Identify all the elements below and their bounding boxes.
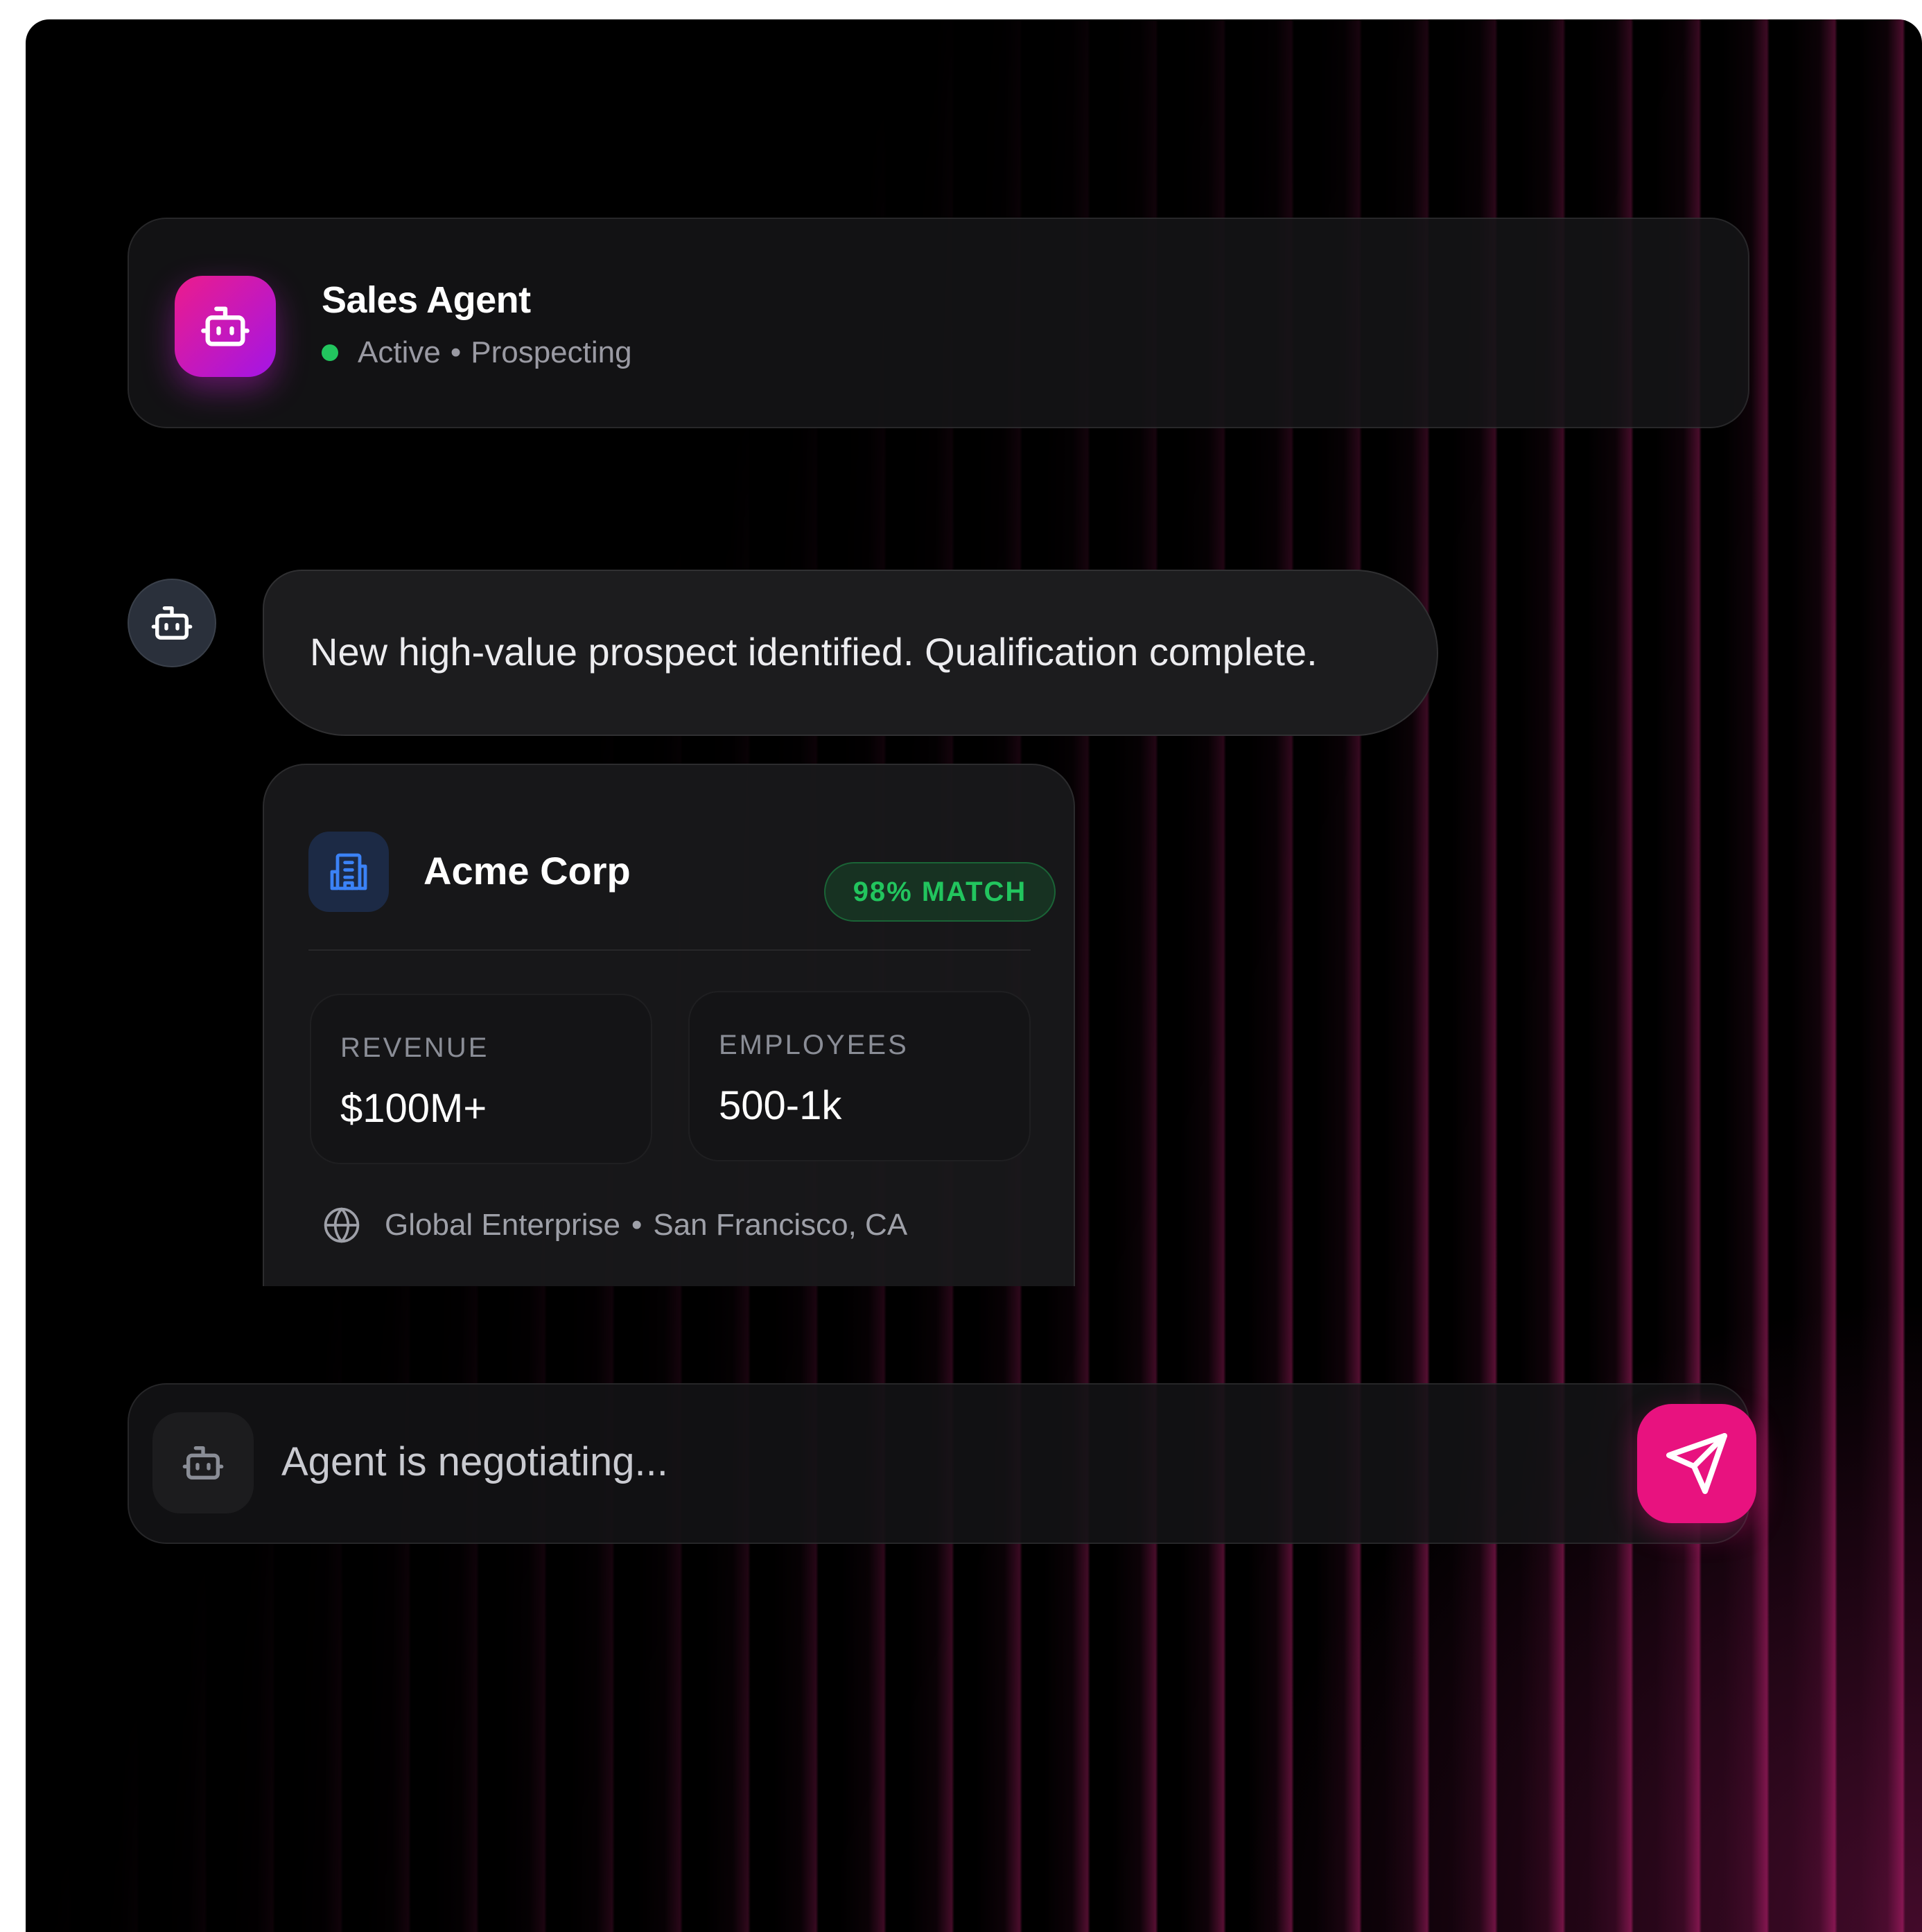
robot-icon	[201, 306, 250, 346]
location-separator: •	[631, 1208, 643, 1242]
company-icon-tile	[308, 832, 389, 912]
globe-icon	[322, 1206, 361, 1245]
robot-icon	[151, 606, 193, 640]
stat-value: 500-1k	[719, 1083, 842, 1128]
location-text: San Francisco, CA	[653, 1208, 908, 1242]
message-text: New high-value prospect identified. Qual…	[310, 630, 1318, 674]
prospect-card[interactable]: Acme Corp 98% MATCH REVENUE $100M+ EMPLO…	[263, 764, 1075, 1286]
message-avatar	[128, 579, 216, 667]
status-dot	[322, 344, 338, 361]
company-name: Acme Corp	[423, 849, 631, 893]
agent-status: Active • Prospecting	[322, 335, 632, 370]
status-separator: •	[450, 335, 462, 369]
stat-label: EMPLOYEES	[719, 1030, 909, 1060]
agent-avatar	[175, 276, 276, 377]
message-bubble: New high-value prospect identified. Qual…	[263, 570, 1438, 736]
composer-agent-button[interactable]	[152, 1412, 254, 1513]
send-button[interactable]	[1637, 1404, 1756, 1523]
status-text: Active	[358, 335, 441, 369]
send-icon	[1666, 1433, 1727, 1494]
location-row: Global Enterprise • San Francisco, CA	[322, 1206, 907, 1245]
status-mode: Prospecting	[471, 335, 632, 369]
app-window: Sales Agent Active • Prospecting New hig…	[26, 19, 1922, 1932]
agent-header: Sales Agent Active • Prospecting	[128, 218, 1749, 428]
card-divider	[308, 949, 1031, 951]
composer-bar	[128, 1383, 1756, 1544]
message-input[interactable]	[281, 1423, 1460, 1500]
robot-icon	[182, 1446, 224, 1479]
stat-label: REVENUE	[340, 1033, 489, 1063]
agent-title: Sales Agent	[322, 279, 531, 321]
stat-value: $100M+	[340, 1086, 487, 1131]
employees-stat: EMPLOYEES 500-1k	[688, 991, 1031, 1161]
revenue-stat: REVENUE $100M+	[310, 994, 652, 1164]
segment-text: Global Enterprise	[385, 1208, 620, 1242]
match-badge: 98% MATCH	[824, 862, 1056, 922]
building-icon	[330, 853, 367, 890]
